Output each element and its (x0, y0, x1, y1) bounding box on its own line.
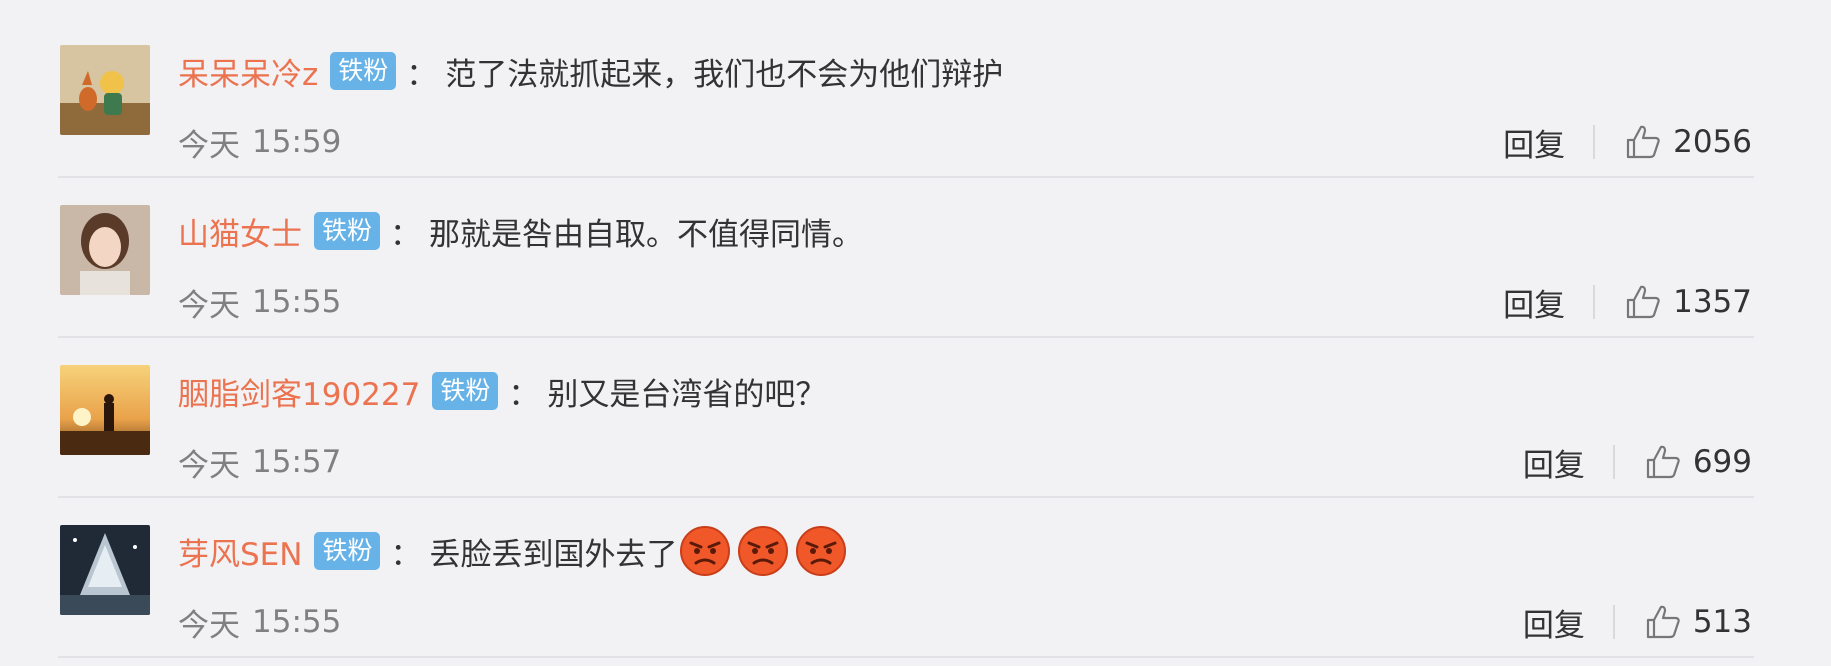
thumbs-up-icon (1646, 605, 1680, 639)
time-day: 今天 (178, 607, 240, 644)
comment-actions: 回复 1357 (1503, 280, 1752, 324)
like-button[interactable]: 1357 (1623, 282, 1752, 322)
comment-line: 山猫女士 铁粉 ： 那就是咎由自取。不值得同情。 (178, 209, 863, 253)
like-count: 513 (1692, 604, 1752, 640)
reply-button[interactable]: 回复 (1523, 440, 1585, 485)
avatar[interactable] (60, 205, 150, 295)
like-button[interactable]: 2056 (1623, 122, 1752, 162)
reply-button[interactable]: 回复 (1503, 120, 1565, 165)
separator: ： (508, 376, 540, 413)
fan-badge[interactable]: 铁粉 (330, 52, 397, 90)
comment-meta: 今天 15:57 (178, 440, 341, 484)
avatar-little-prince-image (60, 45, 150, 135)
comment-line: 胭脂剑客190227 铁粉 ： 别又是台湾省的吧？ (178, 369, 826, 413)
avatar[interactable] (60, 365, 150, 455)
comment-actions: 回复 513 (1523, 600, 1752, 644)
like-button[interactable]: 513 (1643, 602, 1752, 642)
fan-badge[interactable]: 铁粉 (432, 372, 499, 410)
action-divider (1612, 445, 1615, 479)
reply-button[interactable]: 回复 (1523, 600, 1585, 645)
comment-meta: 今天 15:55 (178, 280, 341, 324)
angry-face-emoji (795, 525, 847, 577)
angry-face-emoji (679, 525, 731, 577)
comment-meta: 今天 15:59 (178, 120, 341, 164)
timestamp: 15:55 (252, 604, 342, 640)
separator: ： (390, 536, 422, 573)
username-link[interactable]: 芽风SEN (178, 529, 302, 574)
avatar-woman-portrait-image (60, 205, 150, 295)
fan-badge[interactable]: 铁粉 (314, 212, 381, 250)
time-day: 今天 (178, 127, 240, 164)
action-divider (1612, 605, 1615, 639)
comment-item: 芽风SEN 铁粉 ： 丢脸丢到国外去了 今天 15:55 回复 513 (58, 498, 1754, 658)
separator: ： (406, 56, 438, 93)
avatar[interactable] (60, 525, 150, 615)
comment-item: 胭脂剑客190227 铁粉 ： 别又是台湾省的吧？ 今天 15:57 回复 69… (58, 338, 1754, 498)
comment-list: 呆呆呆冷z 铁粉 ： 范了法就抓起来，我们也不会为他们辩护 今天 15:59 回… (0, 0, 1831, 666)
time-day: 今天 (178, 287, 240, 324)
separator: ： (390, 216, 422, 253)
time-day: 今天 (178, 447, 240, 484)
comment-item: 山猫女士 铁粉 ： 那就是咎由自取。不值得同情。 今天 15:55 回复 135… (58, 178, 1754, 338)
timestamp: 15:55 (252, 284, 342, 320)
action-divider (1593, 125, 1596, 159)
like-count: 1357 (1673, 284, 1752, 320)
username-link[interactable]: 胭脂剑客190227 (178, 369, 420, 414)
comment-text: 那就是咎由自取。不值得同情。 (429, 216, 864, 253)
like-count: 699 (1692, 444, 1752, 480)
avatar-night-tree-image (60, 525, 150, 615)
comment-text: 范了法就抓起来，我们也不会为他们辩护 (445, 56, 1004, 93)
action-divider (1593, 285, 1596, 319)
timestamp: 15:59 (252, 124, 342, 160)
comment-item: 呆呆呆冷z 铁粉 ： 范了法就抓起来，我们也不会为他们辩护 今天 15:59 回… (58, 18, 1754, 178)
avatar-sunset-rider-image (60, 365, 150, 455)
avatar[interactable] (60, 45, 150, 135)
thumbs-up-icon (1626, 285, 1660, 319)
username-link[interactable]: 呆呆呆冷z (178, 49, 318, 94)
reply-button[interactable]: 回复 (1503, 280, 1565, 325)
comment-text: 别又是台湾省的吧？ (547, 376, 827, 413)
username-link[interactable]: 山猫女士 (178, 209, 302, 254)
emoji-group (679, 525, 853, 577)
timestamp: 15:57 (252, 444, 342, 480)
thumbs-up-icon (1626, 125, 1660, 159)
angry-face-emoji (737, 525, 789, 577)
fan-badge[interactable]: 铁粉 (314, 532, 381, 570)
comment-line: 呆呆呆冷z 铁粉 ： 范了法就抓起来，我们也不会为他们辩护 (178, 49, 1003, 93)
like-button[interactable]: 699 (1643, 442, 1752, 482)
comment-line: 芽风SEN 铁粉 ： 丢脸丢到国外去了 (178, 526, 853, 576)
comment-meta: 今天 15:55 (178, 600, 341, 644)
comment-text: 丢脸丢到国外去了 (429, 536, 678, 573)
like-count: 2056 (1673, 124, 1752, 160)
comment-actions: 回复 2056 (1503, 120, 1752, 164)
comment-actions: 回复 699 (1523, 440, 1752, 484)
thumbs-up-icon (1646, 445, 1680, 479)
